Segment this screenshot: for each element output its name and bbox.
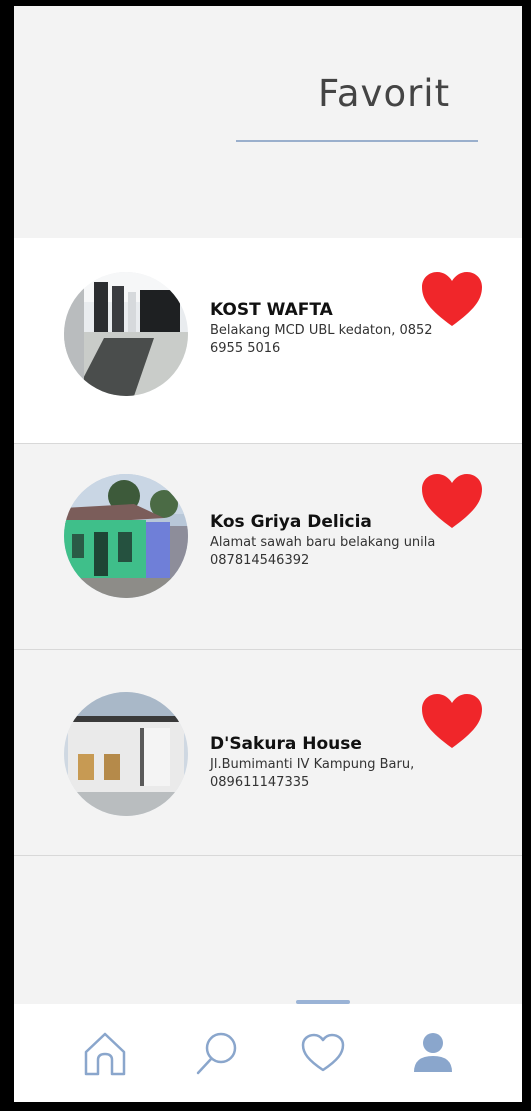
heart-icon[interactable] — [420, 692, 484, 750]
heart-icon[interactable] — [420, 270, 484, 328]
page-title: Favorit — [318, 72, 451, 115]
heart-outline-icon[interactable] — [298, 1028, 348, 1078]
property-name: Kos Griya Delicia — [210, 512, 372, 532]
property-info: D'Sakura House Jl.Bumimanti IV Kampung B… — [210, 734, 450, 792]
property-address: Jl.Bumimanti IV Kampung Baru, 0896111473… — [210, 757, 415, 790]
property-photo — [64, 692, 188, 816]
search-icon[interactable] — [192, 1028, 242, 1078]
favorite-item[interactable]: KOST WAFTA Belakang MCD UBL kedaton, 085… — [14, 238, 522, 444]
header: Favorit — [14, 6, 522, 238]
bottom-nav — [14, 1000, 522, 1102]
property-name: KOST WAFTA — [210, 300, 333, 320]
app-screen: Favorit KOST WAFTA Belakang MCD UBL keda… — [14, 6, 522, 1102]
profile-icon[interactable] — [408, 1028, 458, 1078]
home-icon[interactable] — [80, 1028, 130, 1078]
property-photo — [64, 272, 188, 396]
property-address: Belakang MCD UBL kedaton, 0852 6955 5016 — [210, 323, 433, 356]
property-name: D'Sakura House — [210, 734, 362, 754]
title-underline — [236, 140, 478, 142]
favorite-item[interactable]: Kos Griya Delicia Alamat sawah baru bela… — [14, 444, 522, 650]
property-info: KOST WAFTA Belakang MCD UBL kedaton, 085… — [210, 300, 450, 358]
favorite-item[interactable]: D'Sakura House Jl.Bumimanti IV Kampung B… — [14, 650, 522, 856]
active-tab-indicator — [296, 1000, 350, 1004]
property-info: Kos Griya Delicia Alamat sawah baru bela… — [210, 512, 450, 570]
property-photo — [64, 474, 188, 598]
heart-icon[interactable] — [420, 472, 484, 530]
property-address: Alamat sawah baru belakang unila 0878145… — [210, 535, 436, 568]
